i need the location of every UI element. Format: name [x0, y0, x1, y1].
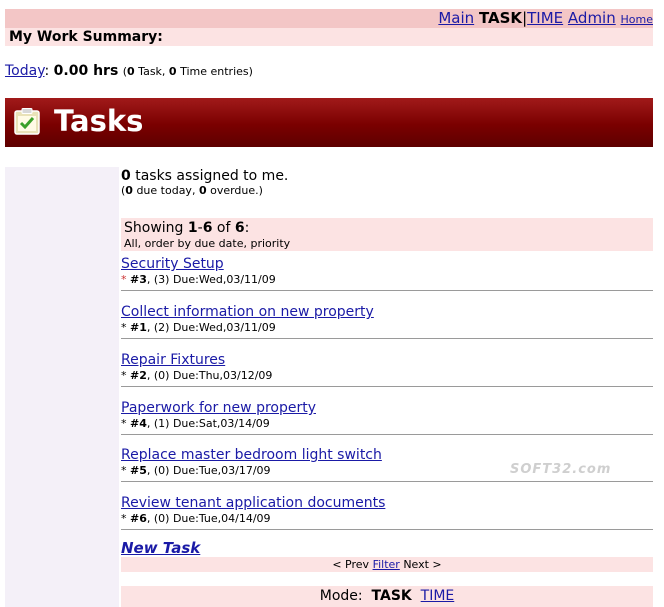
task-divider	[121, 481, 653, 482]
task-item: Collect information on new property * #1…	[121, 301, 653, 339]
task-link[interactable]: Security Setup	[121, 256, 224, 272]
nav-admin-link[interactable]: Admin	[568, 9, 616, 27]
pager-bar: < Prev Filter Next >	[121, 557, 653, 572]
nav-home-link[interactable]: Home	[621, 13, 653, 26]
mode-label: Mode:	[319, 588, 363, 604]
next-page-text: Next >	[403, 558, 442, 571]
mode-bar: Mode: TASK TIME	[121, 586, 653, 607]
tasks-main: 0 tasks assigned to me. (0 due today, 0 …	[121, 168, 653, 607]
today-link[interactable]: Today	[5, 63, 44, 79]
task-item: Review tenant application documents * #6…	[121, 492, 653, 530]
today-summary: Today: 0.00 hrs (0 Task, 0 Time entries)	[5, 63, 253, 79]
task-item: Security Setup * #3, (3) Due:Wed,03/11/0…	[121, 253, 653, 291]
task-divider	[121, 386, 653, 387]
task-meta: * #6, (0) Due:Tue,04/14/09	[121, 512, 271, 525]
watermark: SOFT32.com	[510, 462, 612, 477]
today-hours: 0.00 hrs	[53, 63, 119, 79]
task-link[interactable]: Collect information on new property	[121, 304, 374, 320]
work-summary-heading: My Work Summary:	[9, 29, 163, 45]
today-entries: (0 Task, 0 Time entries)	[122, 65, 253, 78]
showing-count: Showing 1-6 of 6:	[124, 220, 250, 236]
top-nav-bar: Main TASK|TIME Admin Home	[5, 9, 653, 28]
left-sidebar	[5, 167, 119, 607]
task-link[interactable]: Repair Fixtures	[121, 352, 225, 368]
new-task-link[interactable]: New Task	[121, 539, 200, 557]
showing-header: Showing 1-6 of 6: All, order by due date…	[121, 218, 653, 251]
task-divider	[121, 434, 653, 435]
clipboard-check-icon	[14, 108, 40, 135]
today-colon: :	[44, 63, 50, 79]
work-summary-bar: My Work Summary:	[5, 28, 653, 46]
task-divider	[121, 290, 653, 291]
assigned-summary: 0 tasks assigned to me. (0 due today, 0 …	[121, 168, 653, 197]
task-item: Paperwork for new property * #4, (1) Due…	[121, 397, 653, 435]
nav-time-link[interactable]: TIME	[527, 9, 563, 27]
task-link[interactable]: Replace master bedroom light switch	[121, 447, 382, 463]
nav-task-current: TASK	[478, 9, 523, 27]
task-meta: * #1, (2) Due:Wed,03/11/09	[121, 321, 276, 334]
task-meta: * #4, (1) Due:Sat,03/14/09	[121, 417, 270, 430]
mode-task-current: TASK	[371, 588, 412, 604]
task-link[interactable]: Review tenant application documents	[121, 495, 385, 511]
filter-link[interactable]: Filter	[373, 558, 400, 571]
task-divider	[121, 338, 653, 339]
task-divider	[121, 529, 653, 530]
tasks-banner: Tasks	[5, 98, 653, 147]
task-item: Repair Fixtures * #2, (0) Due:Thu,03/12/…	[121, 349, 653, 387]
task-meta: * #3, (3) Due:Wed,03/11/09	[121, 273, 276, 286]
prev-page-text: < Prev	[332, 558, 370, 571]
task-link[interactable]: Paperwork for new property	[121, 400, 316, 416]
tasks-title: Tasks	[54, 104, 144, 138]
nav-main-link[interactable]: Main	[438, 9, 474, 27]
task-meta: * #2, (0) Due:Thu,03/12/09	[121, 369, 273, 382]
showing-order: All, order by due date, priority	[124, 237, 291, 250]
due-summary: (0 due today, 0 overdue.)	[121, 184, 263, 197]
mode-time-link[interactable]: TIME	[421, 588, 455, 604]
